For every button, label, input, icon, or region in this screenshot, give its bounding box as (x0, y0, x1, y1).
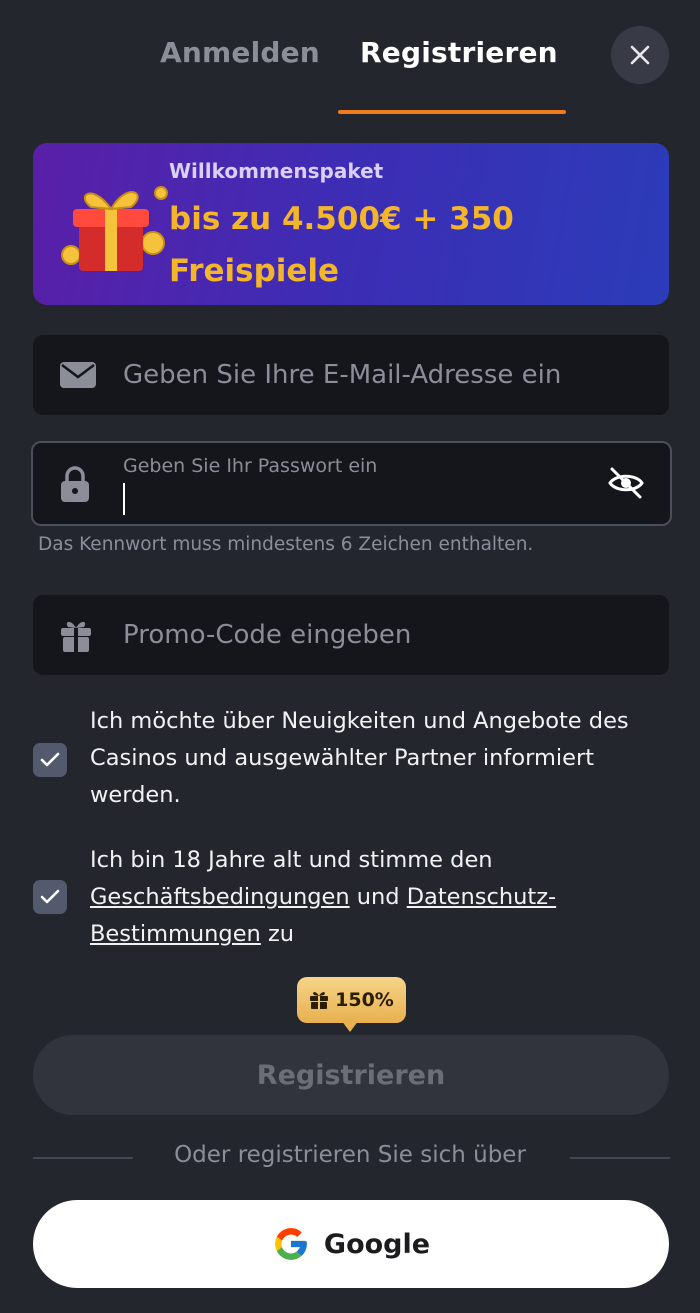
welcome-banner: Willkommenspaket bis zu 4.500€ + 350 Fre… (33, 143, 669, 305)
google-button-label: Google (323, 1228, 431, 1260)
divider-right (570, 1157, 670, 1159)
close-icon (630, 45, 650, 65)
register-button[interactable]: Registrieren (33, 1035, 669, 1115)
gift-icon (61, 621, 91, 652)
age-terms-consent: Ich bin 18 Jahre alt und stimme den Gesc… (33, 842, 673, 954)
terms-checkbox[interactable] (33, 880, 67, 914)
age-consent-prefix: Ich bin 18 Jahre alt und stimme den (90, 847, 493, 873)
tab-register[interactable]: Registrieren (360, 36, 558, 69)
consent-and: und (349, 884, 407, 910)
newsletter-consent: Ich möchte über Neuigkeiten und Angebote… (33, 703, 673, 815)
newsletter-consent-text: Ich möchte über Neuigkeiten und Angebote… (90, 708, 629, 808)
google-icon (275, 1228, 307, 1260)
promo-placeholder: Promo-Code eingeben (123, 620, 412, 650)
password-hint: Das Kennwort muss mindestens 6 Zeichen e… (38, 534, 534, 555)
gift-icon (310, 992, 329, 1009)
google-signup-button[interactable]: Google (33, 1200, 669, 1288)
close-button[interactable] (611, 26, 669, 84)
tab-login[interactable]: Anmelden (160, 36, 320, 69)
checkmark-icon (40, 889, 60, 904)
terms-link[interactable]: Geschäftsbedingungen (90, 884, 350, 910)
lock-icon (61, 465, 89, 502)
email-field[interactable]: Geben Sie Ihre E-Mail-Adresse ein (33, 335, 669, 415)
banner-label: Willkommenspaket (169, 159, 384, 183)
password-field[interactable]: Geben Sie Ihr Passwort ein (31, 441, 672, 526)
consent-suffix: zu (260, 921, 295, 947)
terms-consent-text: Ich bin 18 Jahre alt und stimme den Gesc… (90, 842, 680, 953)
eye-off-icon[interactable] (606, 463, 646, 503)
password-label: Geben Sie Ihr Passwort ein (123, 455, 378, 477)
divider-text: Oder registrieren Sie sich über (174, 1142, 526, 1168)
mail-icon (60, 362, 96, 388)
bonus-badge: 150% (297, 977, 406, 1023)
gift-box-icon (61, 186, 168, 271)
active-tab-indicator (338, 110, 566, 114)
bonus-badge-text: 150% (335, 989, 394, 1011)
text-caret (123, 483, 125, 515)
email-placeholder: Geben Sie Ihre E-Mail-Adresse ein (123, 360, 562, 390)
auth-tabs: Anmelden Registrieren (0, 0, 700, 114)
promo-code-field[interactable]: Promo-Code eingeben (33, 595, 669, 675)
banner-amount: bis zu 4.500€ + 350 Freispiele (169, 201, 514, 289)
checkmark-icon (40, 752, 60, 767)
newsletter-checkbox[interactable] (33, 743, 67, 777)
bonus-badge-pointer (341, 1020, 359, 1032)
